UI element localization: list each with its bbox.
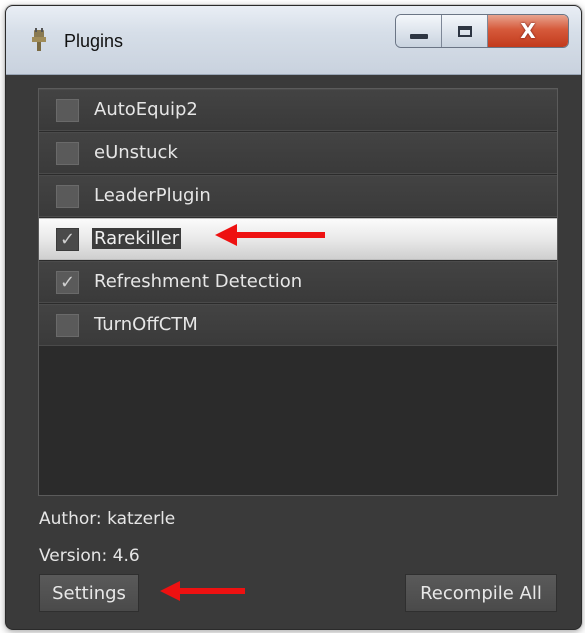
version-label: Version: 4.6	[39, 546, 140, 566]
plugin-label: TurnOffCTM	[94, 314, 198, 335]
maximize-button[interactable]	[442, 15, 488, 47]
minimize-icon	[409, 33, 428, 39]
author-label: Author: katzerle	[39, 509, 176, 529]
annotation-arrow-icon	[160, 581, 245, 601]
window-controls: X	[395, 14, 569, 48]
minimize-button[interactable]	[396, 15, 442, 47]
window-title: Plugins	[64, 31, 124, 51]
plugin-checkbox[interactable]	[56, 142, 79, 165]
plugin-label: LeaderPlugin	[94, 185, 211, 206]
list-item[interactable]: ✓ Refreshment Detection	[39, 261, 557, 303]
list-item[interactable]: AutoEquip2	[39, 89, 557, 131]
plugin-list[interactable]: AutoEquip2 eUnstuck LeaderPlugin ✓ Rarek…	[38, 88, 558, 496]
plugin-checkbox[interactable]	[56, 99, 79, 122]
settings-button[interactable]: Settings	[39, 574, 139, 612]
close-button[interactable]: X	[488, 15, 568, 47]
plugin-checkbox[interactable]	[56, 314, 79, 337]
plugins-window: Plugins X AutoEquip2 eUnstuck LeaderPlug…	[5, 5, 582, 630]
checkmark-icon: ✓	[59, 229, 76, 250]
list-item[interactable]: TurnOffCTM	[39, 304, 557, 346]
maximize-icon	[457, 25, 472, 37]
plugin-checkbox[interactable]: ✓	[56, 228, 79, 251]
plugin-checkbox[interactable]	[56, 185, 79, 208]
title-bar[interactable]: Plugins X	[6, 6, 581, 75]
plugin-plug-icon	[32, 28, 46, 51]
plugin-label: eUnstuck	[94, 142, 178, 163]
plugin-label: Rarekiller	[92, 228, 182, 249]
list-item[interactable]: LeaderPlugin	[39, 175, 557, 217]
recompile-all-button[interactable]: Recompile All	[405, 574, 557, 612]
annotation-arrow-icon	[215, 224, 325, 246]
list-item[interactable]: eUnstuck	[39, 132, 557, 174]
checkmark-icon: ✓	[59, 272, 76, 293]
plugin-label: AutoEquip2	[94, 99, 198, 120]
plugin-checkbox[interactable]: ✓	[56, 271, 79, 294]
plugin-label: Refreshment Detection	[94, 271, 303, 292]
close-icon: X	[520, 19, 536, 43]
